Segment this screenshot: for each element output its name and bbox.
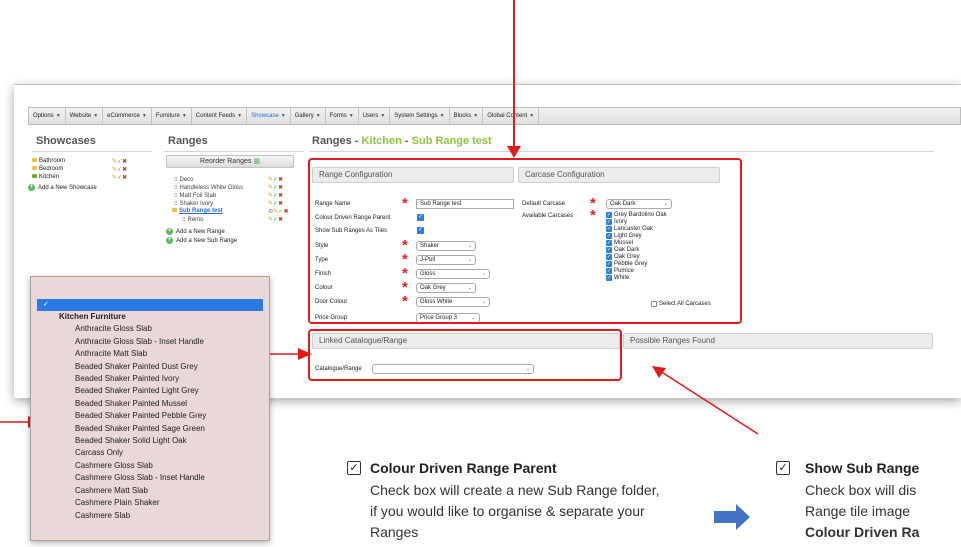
ranges-list: ⁝⁝ Deco ✎✓✖ ⁝⁝ Handleless White Gloss ✎✓✖ … <box>164 175 304 245</box>
showcase-item[interactable]: Bathroom ✎✓✖ <box>28 157 148 165</box>
dropdown-option[interactable]: Cashmere Matt Slab <box>31 485 269 497</box>
linked-catalogue-callout <box>308 329 622 381</box>
catalogue-dropdown-list: ✓ Kitchen Furniture Anthracite Gloss Sla… <box>30 276 270 541</box>
page-title: Ranges - Kitchen - Sub Range test <box>312 135 492 147</box>
note-right-title: Show Sub Range <box>805 460 920 476</box>
dropdown-option[interactable]: Beaded Shaker Painted Light Grey <box>31 385 269 397</box>
range-item[interactable]: ⁝⁝ Remo ✎✓✖ <box>164 215 304 223</box>
folder-icon <box>32 158 37 162</box>
dropdown-option[interactable]: Cashmere Gloss Slab - Inset Handle <box>31 472 269 484</box>
divider <box>164 151 304 152</box>
blue-arrow-icon <box>714 504 750 530</box>
menu-ecommerce[interactable]: eCommerce ▼ <box>103 108 152 124</box>
dropdown-option[interactable]: Carcass Only <box>31 447 269 459</box>
menu-gallery[interactable]: Gallery ▼ <box>291 108 326 124</box>
row-actions[interactable]: ✎✓✖ <box>112 158 127 165</box>
menu-global-content[interactable]: Global Content ▼ <box>483 108 540 124</box>
dropdown-option[interactable]: Beaded Shaker Painted Sage Green <box>31 423 269 435</box>
arrow-icon <box>513 0 515 148</box>
dropdown-option[interactable]: Cashmere Slab <box>31 510 269 522</box>
dropdown-group-label: Kitchen Furniture <box>59 312 126 321</box>
dropdown-option[interactable]: Cashmere Gloss Slab <box>31 460 269 472</box>
top-menu-bar: Options ▼ Website ▼ eCommerce ▼ Furniture ▼ … <box>28 107 961 125</box>
dropdown-option[interactable]: Beaded Shaker Painted Dust Grey <box>31 361 269 373</box>
divider <box>32 151 152 152</box>
add-range-link[interactable]: + Add a New Range <box>164 227 304 236</box>
row-actions[interactable]: ✎✓✖ <box>112 174 127 181</box>
showcase-item[interactable]: Kitchen ✎✓✖ <box>28 173 148 181</box>
checkbox-icon: ✓ <box>347 461 361 475</box>
menu-content-feeds[interactable]: Content Feeds ▼ <box>192 108 248 124</box>
plus-icon: + <box>28 184 35 191</box>
plus-icon: + <box>166 228 173 235</box>
possible-ranges-header: Possible Ranges Found <box>623 333 933 349</box>
dropdown-option[interactable]: Anthracite Gloss Slab - Inset Handle <box>31 336 269 348</box>
menu-showcase[interactable]: Showcase ▼ <box>247 108 291 124</box>
row-actions[interactable]: ✎✓✖ <box>112 166 127 173</box>
dropdown-selected-option[interactable]: ✓ <box>37 299 263 311</box>
showcase-item[interactable]: Bedroom ✎✓✖ <box>28 165 148 173</box>
range-item-selected[interactable]: Sub Range test ⚙✎✓✖ <box>164 207 304 215</box>
showcases-list: Bathroom ✎✓✖ Bedroom ✎✓✖ Kitchen ✎✓✖ + Ad… <box>28 157 148 191</box>
folder-icon <box>172 208 177 212</box>
add-showcase-link[interactable]: + Add a New Showcase <box>28 184 148 191</box>
plus-icon: + <box>166 237 173 244</box>
folder-icon <box>32 166 37 170</box>
dropdown-option[interactable]: Anthracite Matt Slab <box>31 348 269 360</box>
dropdown-option[interactable]: Beaded Shaker Solid Light Oak <box>31 435 269 447</box>
dropdown-option[interactable]: Cashmere Plain Shaker <box>31 497 269 509</box>
checkbox-icon: ✓ <box>776 461 790 475</box>
showcases-heading: Showcases <box>36 135 96 147</box>
menu-blocks[interactable]: Blocks ▼ <box>450 108 484 124</box>
menu-furniture[interactable]: Furniture ▼ <box>152 108 192 124</box>
divider <box>310 151 934 152</box>
folder-icon <box>32 174 37 178</box>
note-right-body: Check box will dis Range tile image Colo… <box>805 482 920 540</box>
menu-options[interactable]: Options ▼ <box>29 108 66 124</box>
note-left-title: Colour Driven Range Parent <box>370 460 557 476</box>
range-config-callout <box>308 158 742 324</box>
dropdown-option[interactable]: Beaded Shaker Painted Ivory <box>31 373 269 385</box>
arrow-head-icon <box>507 146 521 158</box>
menu-website[interactable]: Website ▼ <box>66 108 104 124</box>
dropdown-option[interactable]: Anthracite Gloss Slab <box>31 323 269 335</box>
add-sub-range-link[interactable]: + Add a New Sub Range <box>164 236 304 245</box>
dropdown-option[interactable]: Beaded Shaker Painted Pebble Grey <box>31 410 269 422</box>
range-item[interactable]: ⁝⁝ Matt Foil Slab ✎✓✖ <box>164 191 304 199</box>
arrow-icon <box>652 366 759 435</box>
reorder-ranges-button[interactable]: Reorder Ranges ▦ <box>166 155 294 168</box>
note-left-body: Check box will create a new Sub Range fo… <box>370 482 660 540</box>
dropdown-option[interactable]: Beaded Shaker Painted Mussel <box>31 398 269 410</box>
range-item[interactable]: ⁝⁝ Deco ✎✓✖ <box>164 175 304 183</box>
menu-system-settings[interactable]: System Settings ▼ <box>390 108 450 124</box>
range-item[interactable]: ⁝⁝ Handleless White Gloss ✎✓✖ <box>164 183 304 191</box>
range-item[interactable]: ⁝⁝ Shaker Ivory ✎✓✖ <box>164 199 304 207</box>
menu-users[interactable]: Users ▼ <box>359 108 391 124</box>
menu-forms[interactable]: Forms ▼ <box>326 108 359 124</box>
ranges-heading: Ranges <box>168 135 208 147</box>
